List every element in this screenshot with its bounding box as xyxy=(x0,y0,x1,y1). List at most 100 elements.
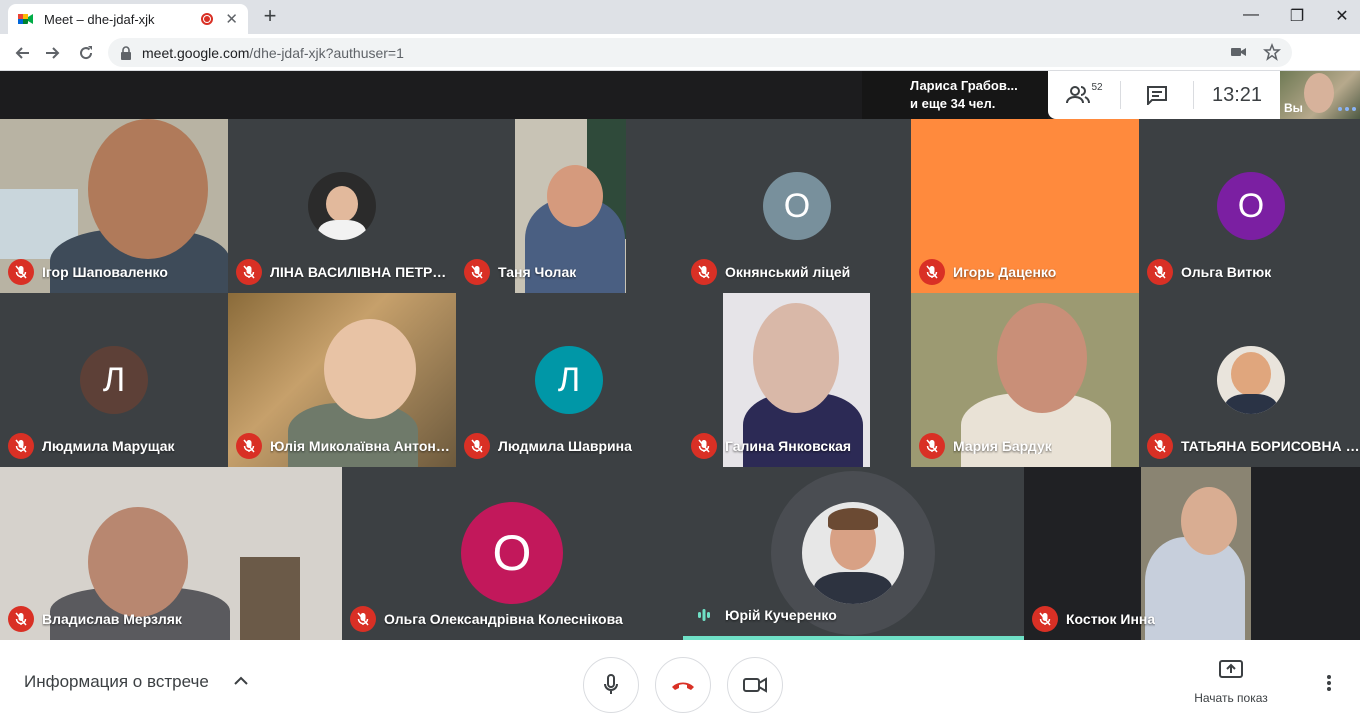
back-arrow-icon[interactable] xyxy=(9,40,35,66)
participant-name: Ольга Витюк xyxy=(1181,264,1272,280)
participant-avatar: О xyxy=(461,502,563,604)
audio-level-icon xyxy=(1338,107,1356,111)
browser-toolbar: meet.google.com/dhe-jdaf-xjk?authuser=1 … xyxy=(0,34,1360,97)
browser-tab-strip: Meet – dhe-jdaf-xjk ✕ + — ❐ ✕ xyxy=(0,0,1360,34)
self-video xyxy=(1304,73,1334,113)
participant-avatar: О xyxy=(1217,172,1285,240)
participant-face xyxy=(997,303,1087,413)
participant-tile[interactable]: ТАТЬЯНА БОРИСОВНА Б... xyxy=(1139,293,1360,467)
google-meet-icon xyxy=(18,12,34,26)
reload-icon[interactable] xyxy=(73,40,99,66)
self-label: Вы xyxy=(1284,101,1303,115)
people-icon xyxy=(1066,86,1091,104)
participant-name: Юлія Миколаївна Антонюк xyxy=(270,438,450,454)
mic-off-icon xyxy=(919,433,945,459)
url-host: meet.google.com xyxy=(142,44,250,61)
camera-button[interactable] xyxy=(727,657,783,713)
audio-waves-icon xyxy=(691,602,717,628)
participant-name: Юрій Кучеренко xyxy=(725,607,837,623)
mic-off-icon xyxy=(464,433,490,459)
participant-video xyxy=(1141,467,1251,640)
participant-tile[interactable]: ЛІНА ВАСИЛІВНА ПЕТРУ... xyxy=(228,119,456,293)
self-view-tile[interactable]: Вы xyxy=(1280,71,1360,119)
mic-off-icon xyxy=(236,433,262,459)
meeting-info-button[interactable]: Информация о встрече xyxy=(24,672,209,692)
participant-name: ТАТЬЯНА БОРИСОВНА Б... xyxy=(1181,438,1360,454)
lock-icon xyxy=(120,45,132,60)
participant-tile[interactable]: О Ольга Олександрівна Колеснікова xyxy=(342,467,683,640)
meet-video-area: Лариса Грабов... и еще 34 чел. 52 13:21 … xyxy=(0,71,1360,640)
camera-permission-icon[interactable] xyxy=(1231,45,1249,63)
meeting-controls-box: 52 13:21 xyxy=(1048,71,1280,119)
participant-avatar: Л xyxy=(535,346,603,414)
mic-off-icon xyxy=(1147,259,1173,285)
participant-tile[interactable]: О Ольга Витюк xyxy=(1139,119,1360,293)
profile-photo xyxy=(802,502,904,604)
participant-name: Галина Янковская xyxy=(725,438,852,454)
participant-tile[interactable]: Костюк Инна xyxy=(1024,467,1360,640)
tab-close-icon[interactable]: ✕ xyxy=(225,10,238,28)
participant-name: Окнянський ліцей xyxy=(725,264,851,280)
chat-button[interactable] xyxy=(1121,71,1193,119)
address-bar[interactable]: meet.google.com/dhe-jdaf-xjk?authuser=1 xyxy=(108,38,1292,67)
mic-off-icon xyxy=(8,606,34,632)
window-minimize-button[interactable]: — xyxy=(1236,6,1266,24)
browser-tab[interactable]: Meet – dhe-jdaf-xjk ✕ xyxy=(8,4,248,34)
mic-off-icon xyxy=(464,259,490,285)
background-shelf xyxy=(240,557,300,640)
participant-tile[interactable]: Галина Янковская xyxy=(683,293,911,467)
participant-name: Людмила Марущак xyxy=(42,438,175,454)
presenter-others: и еще 34 чел. xyxy=(910,96,996,111)
present-screen-button[interactable]: Начать показ xyxy=(1186,660,1276,705)
microphone-icon xyxy=(604,674,618,694)
window-close-button[interactable]: ✕ xyxy=(1327,6,1357,26)
participant-name: Ігор Шаповаленко xyxy=(42,264,168,280)
more-options-icon[interactable] xyxy=(1326,674,1332,697)
present-screen-icon xyxy=(1219,660,1243,678)
chat-icon xyxy=(1147,86,1167,105)
participant-tile[interactable]: Мария Бардук xyxy=(911,293,1139,467)
tab-title: Meet – dhe-jdaf-xjk xyxy=(44,11,155,27)
chevron-up-icon[interactable] xyxy=(232,674,250,688)
profile-photo xyxy=(1217,346,1285,414)
forward-arrow-icon[interactable] xyxy=(40,40,66,66)
recording-indicator-icon xyxy=(201,13,214,25)
new-tab-button[interactable]: + xyxy=(258,5,282,29)
participant-tile[interactable]: Л Людмила Шаврина xyxy=(456,293,683,467)
meet-control-bar: Информация о встрече Начать показ xyxy=(0,640,1360,717)
participant-name: ЛІНА ВАСИЛІВНА ПЕТРУ... xyxy=(270,264,450,280)
participant-tile[interactable]: Владислав Мерзляк xyxy=(0,467,342,640)
participant-tile[interactable]: О Окнянський ліцей xyxy=(683,119,911,293)
presenter-info[interactable]: Лариса Грабов... и еще 34 чел. xyxy=(862,71,1048,119)
mic-off-icon xyxy=(691,433,717,459)
participant-name: Костюк Инна xyxy=(1066,611,1156,627)
mic-off-icon xyxy=(8,433,34,459)
url-path: /dhe-jdaf-xjk?authuser=1 xyxy=(249,44,404,61)
participant-tile[interactable]: Ігор Шаповаленко xyxy=(0,119,228,293)
mic-off-icon xyxy=(350,606,376,632)
mic-off-icon xyxy=(1147,433,1173,459)
mic-off-icon xyxy=(236,259,262,285)
window-restore-button[interactable]: ❐ xyxy=(1282,6,1312,26)
participant-face xyxy=(88,507,188,617)
participant-tile[interactable]: Л Людмила Марущак xyxy=(0,293,228,467)
participant-name: Людмила Шаврина xyxy=(498,438,632,454)
clock: 13:21 xyxy=(1194,71,1280,119)
participant-name: Игорь Даценко xyxy=(953,264,1057,280)
participant-name: Таня Чолак xyxy=(498,264,577,280)
people-count: 52 xyxy=(1091,81,1103,93)
hang-up-button[interactable] xyxy=(655,657,711,713)
participant-name: Владислав Мерзляк xyxy=(42,611,182,627)
participant-face xyxy=(88,119,208,259)
participant-tile[interactable]: Таня Чолак xyxy=(456,119,683,293)
participant-tile[interactable]: Игорь Даценко xyxy=(911,119,1139,293)
phone-hangup-icon xyxy=(672,682,694,690)
people-button[interactable]: 52 xyxy=(1048,71,1120,119)
star-bookmark-icon[interactable] xyxy=(1263,42,1281,61)
profile-photo xyxy=(308,172,376,240)
microphone-button[interactable] xyxy=(583,657,639,713)
participant-tile[interactable]: Юлія Миколаївна Антонюк xyxy=(228,293,456,467)
clock-text: 13:21 xyxy=(1211,83,1263,106)
participant-name: Мария Бардук xyxy=(953,438,1052,454)
participant-tile[interactable]: Юрій Кучеренко xyxy=(683,467,1024,640)
